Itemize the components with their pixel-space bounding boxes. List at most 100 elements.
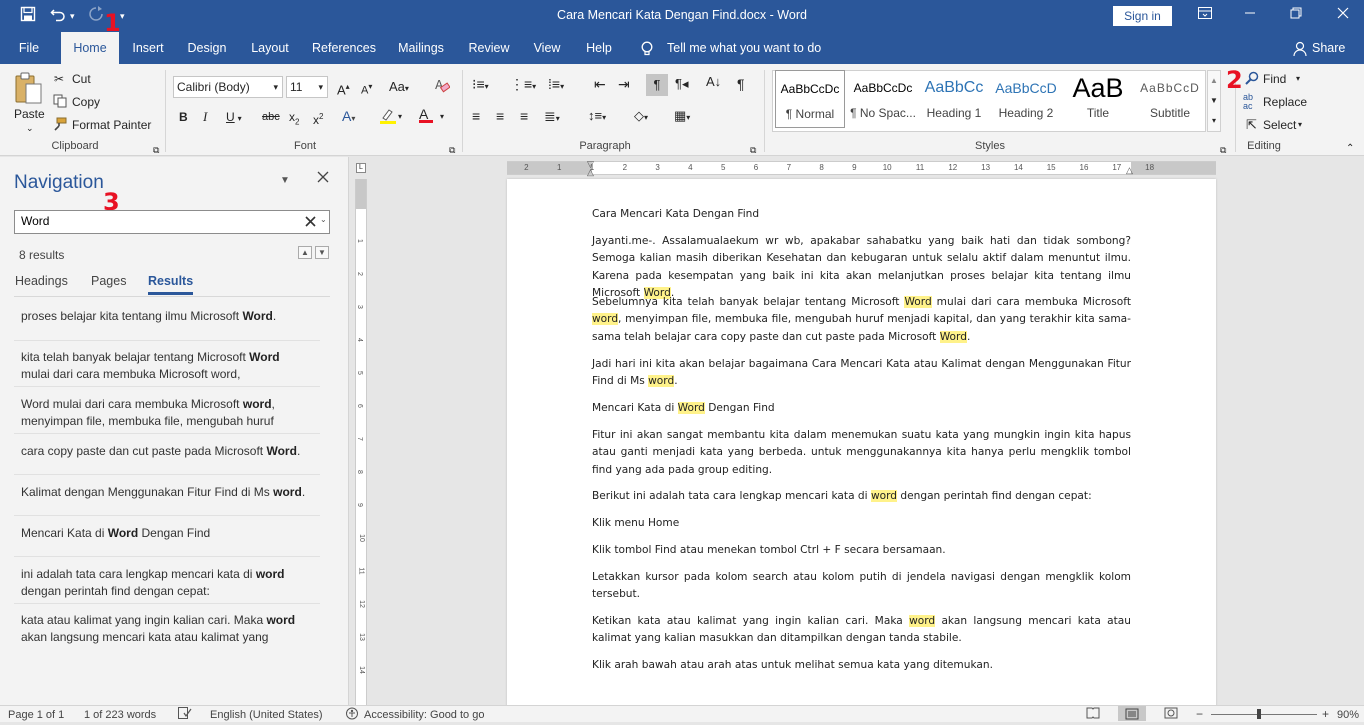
copy-icon[interactable]: [53, 94, 67, 112]
page-count[interactable]: Page 1 of 1: [8, 709, 64, 721]
font-color-icon[interactable]: A: [419, 106, 433, 123]
highlight-dropdown-icon[interactable]: ▾: [398, 109, 402, 125]
increase-indent-icon[interactable]: ⇥: [618, 76, 630, 92]
zoom-out-icon[interactable]: −: [1196, 707, 1203, 721]
cut-button[interactable]: Cut: [72, 71, 91, 87]
styles-gallery-scroll[interactable]: ▲ ▼ ▾: [1207, 70, 1221, 132]
web-layout-icon[interactable]: [1164, 707, 1178, 722]
word-count[interactable]: 1 of 223 words: [84, 709, 156, 721]
select-dropdown-icon[interactable]: ▾: [1298, 117, 1302, 133]
clipboard-launcher-icon[interactable]: ⧉: [153, 142, 159, 158]
ltr-direction-icon[interactable]: ¶: [646, 74, 668, 96]
change-case-icon[interactable]: Aa▾: [389, 79, 409, 97]
accessibility-icon[interactable]: [345, 707, 359, 723]
align-center-icon[interactable]: ≡: [496, 108, 504, 124]
search-result-item[interactable]: kita telah banyak belajar tentang Micros…: [21, 349, 311, 382]
share-person-icon[interactable]: [1292, 32, 1308, 64]
bold-icon[interactable]: B: [179, 109, 188, 125]
grow-font-icon[interactable]: A▴: [337, 79, 350, 98]
font-name-dropdown-icon[interactable]: ▾: [273, 77, 278, 97]
language[interactable]: English (United States): [210, 709, 323, 721]
styles-launcher-icon[interactable]: ⧉: [1220, 142, 1226, 158]
replace-button[interactable]: Replace: [1263, 94, 1307, 110]
underline-icon[interactable]: U ▾: [226, 109, 242, 127]
search-result-item[interactable]: cara copy paste dan cut paste pada Micro…: [21, 443, 311, 460]
subscript-icon[interactable]: x2: [289, 109, 299, 130]
search-result-item[interactable]: Mencari Kata di Word Dengan Find: [21, 525, 311, 542]
ribbon-display-options-icon[interactable]: [1195, 6, 1215, 22]
search-result-item[interactable]: Kalimat dengan Menggunakan Fitur Find di…: [21, 484, 311, 501]
tab-references[interactable]: References: [308, 32, 380, 64]
align-right-icon[interactable]: ≡: [520, 108, 528, 124]
pane-options-icon[interactable]: ▼: [280, 175, 290, 186]
tab-headings[interactable]: Headings: [15, 274, 68, 288]
font-size-dropdown-icon[interactable]: ▾: [318, 77, 323, 97]
borders-icon[interactable]: ▦▾: [674, 108, 690, 126]
multilevel-list-icon[interactable]: ⁞≡▾: [548, 76, 564, 95]
close-window-icon[interactable]: [1333, 6, 1353, 22]
search-result-item[interactable]: Word mulai dari cara membuka Microsoft w…: [21, 396, 311, 429]
tab-pages[interactable]: Pages: [91, 274, 126, 288]
line-spacing-icon[interactable]: ↕≡▾: [588, 108, 606, 126]
clear-search-icon[interactable]: [305, 216, 316, 230]
tab-view[interactable]: View: [527, 32, 567, 64]
highlight-color-icon[interactable]: [379, 108, 397, 128]
tab-mailings[interactable]: Mailings: [392, 32, 450, 64]
search-result-item[interactable]: proses belajar kita tentang ilmu Microso…: [21, 308, 311, 325]
tab-home[interactable]: Home: [61, 32, 119, 64]
font-size-combo[interactable]: 11 ▾: [286, 76, 328, 98]
sign-in-button[interactable]: Sign in: [1113, 6, 1172, 26]
find-button[interactable]: Find: [1263, 71, 1286, 87]
tell-me-search[interactable]: Tell me what you want to do: [667, 32, 827, 64]
restore-icon[interactable]: [1286, 6, 1306, 22]
share-button[interactable]: Share: [1312, 32, 1345, 64]
accessibility-status[interactable]: Accessibility: Good to go: [364, 709, 484, 721]
print-layout-icon[interactable]: [1118, 706, 1146, 721]
previous-result-icon[interactable]: ▲: [298, 246, 312, 259]
style-normal[interactable]: AaBbCcDc ¶ Normal: [775, 70, 845, 128]
read-mode-icon[interactable]: [1086, 707, 1100, 722]
align-left-icon[interactable]: ≡: [472, 108, 480, 124]
style-title[interactable]: AaB Title: [1064, 70, 1132, 128]
search-result-item[interactable]: kata atau kalimat yang ingin kalian cari…: [21, 612, 311, 645]
decrease-indent-icon[interactable]: ⇤: [594, 76, 606, 92]
styles-scroll-down-icon[interactable]: ▼: [1208, 91, 1220, 111]
tab-help[interactable]: Help: [579, 32, 619, 64]
style-heading-1[interactable]: AaBbCc Heading 1: [921, 70, 987, 128]
lightbulb-icon[interactable]: [638, 32, 656, 64]
zoom-slider[interactable]: [1211, 709, 1317, 719]
paragraph-launcher-icon[interactable]: ⧉: [750, 142, 756, 158]
paste-dropdown-icon[interactable]: ⌄: [26, 120, 34, 136]
paste-icon[interactable]: [14, 70, 44, 110]
style-no-spacing[interactable]: AaBbCcDc ¶ No Spac...: [848, 70, 918, 128]
styles-more-icon[interactable]: ▾: [1208, 111, 1220, 131]
vertical-ruler[interactable]: 1 2 3 4 5 6 7 8 9 10 11 12 13 14: [355, 179, 367, 705]
navigation-search-input[interactable]: [21, 214, 291, 228]
font-launcher-icon[interactable]: ⧉: [449, 142, 455, 158]
copy-button[interactable]: Copy: [72, 94, 100, 110]
bullets-icon[interactable]: ⁝≡▾: [472, 76, 489, 95]
select-button[interactable]: Select: [1263, 117, 1296, 133]
next-result-icon[interactable]: ▼: [315, 246, 329, 259]
zoom-slider-thumb[interactable]: [1257, 709, 1261, 719]
tab-file[interactable]: File: [9, 32, 49, 64]
style-heading-2[interactable]: AaBbCcD Heading 2: [993, 70, 1059, 128]
font-color-dropdown-icon[interactable]: ▾: [440, 109, 444, 125]
rtl-direction-icon[interactable]: ¶◂: [675, 76, 689, 92]
search-result-item[interactable]: ini adalah tata cara lengkap mencari kat…: [21, 566, 311, 599]
right-indent-marker-icon[interactable]: △: [1126, 165, 1133, 176]
minimize-icon[interactable]: [1240, 6, 1260, 22]
select-cursor-icon[interactable]: ⇱: [1246, 117, 1257, 133]
zoom-level[interactable]: 90%: [1337, 709, 1359, 721]
tab-layout[interactable]: Layout: [244, 32, 296, 64]
justify-icon[interactable]: ≣▾: [544, 108, 560, 127]
tab-review[interactable]: Review: [463, 32, 515, 64]
horizontal-ruler[interactable]: ▽ △ △ 2 1 1 2 3 4 5 6 7 8 9 10 11 12 13 14 15 16 17 18: [507, 160, 1216, 177]
sort-icon[interactable]: A↓: [706, 74, 721, 90]
zoom-in-icon[interactable]: +: [1322, 707, 1329, 721]
navigation-search-box[interactable]: ⌄: [14, 210, 330, 234]
proofing-icon[interactable]: [178, 707, 192, 722]
replace-icon[interactable]: ab ac: [1243, 93, 1253, 111]
find-icon[interactable]: [1245, 71, 1259, 89]
shading-icon[interactable]: ◇▾: [634, 108, 648, 126]
